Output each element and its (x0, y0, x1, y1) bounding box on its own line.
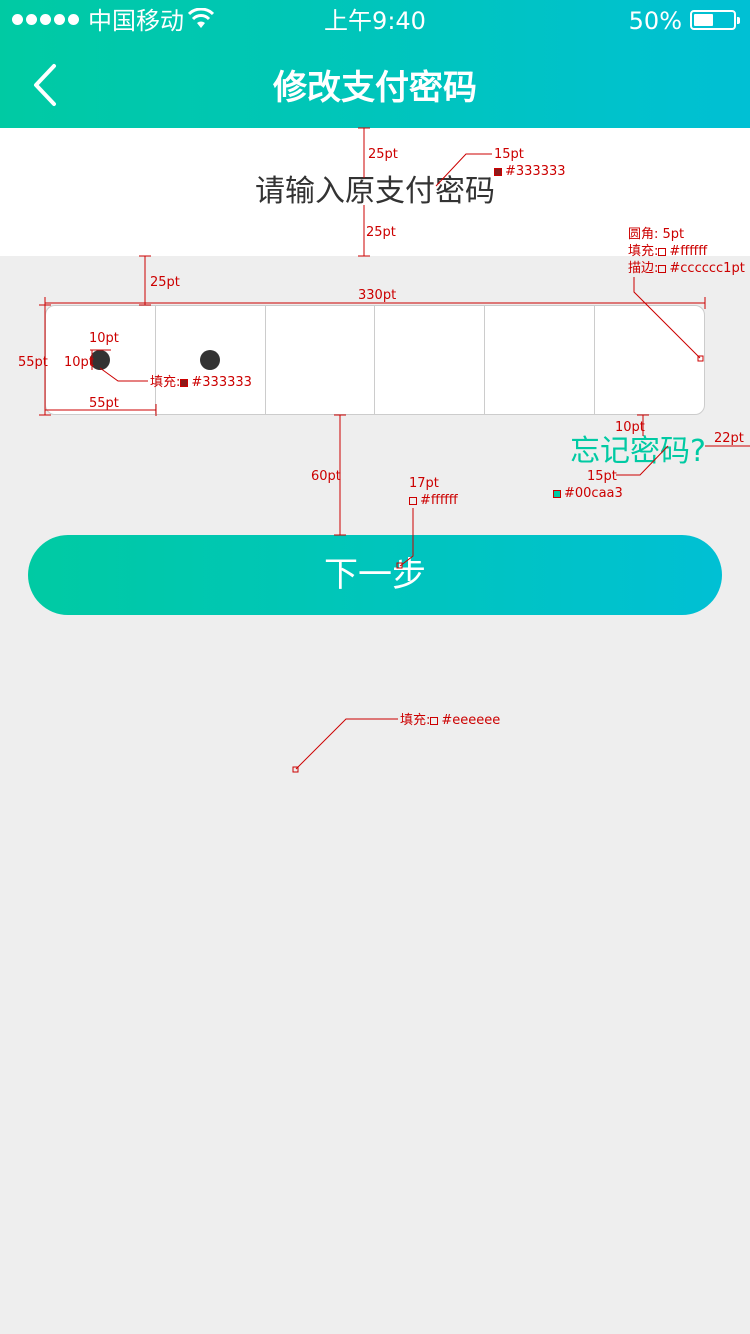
password-cell[interactable] (375, 306, 486, 414)
anno-forgot-top: 10pt (615, 420, 645, 435)
password-dot (200, 350, 221, 370)
anno-box-fill: 填充: #ffffff (628, 244, 708, 259)
anno-box-height: 55pt (18, 355, 48, 370)
password-input[interactable] (45, 305, 705, 415)
anno-dot-height: 10pt (64, 355, 94, 370)
prompt-text: 请输入原支付密码 (255, 174, 495, 209)
page-title: 修改支付密码 (273, 68, 477, 108)
anno-button-font: 17pt (409, 476, 439, 491)
header-bar: 中国移动 上午9:40 50% 修改支付密码 (0, 0, 750, 128)
anno-forgot-right: 22pt (714, 431, 744, 446)
anno-button-gap: 60pt (311, 469, 341, 484)
password-cell[interactable] (485, 306, 596, 414)
password-cell[interactable] (266, 306, 376, 414)
anno-box-stroke: 描边: #cccccc1pt (628, 261, 745, 276)
anno-radius: 圆角: 5pt (628, 227, 685, 242)
status-bar: 中国移动 上午9:40 50% (0, 0, 750, 40)
anno-prompt-font: 15pt (494, 147, 524, 162)
anno-forgot-color: #00caa3 (553, 486, 623, 502)
anno-forgot-font: 15pt (587, 469, 617, 484)
anno-box-gap: 25pt (150, 275, 180, 290)
battery-icon (690, 10, 740, 30)
forgot-password-link[interactable]: 忘记密码? (570, 432, 706, 472)
anno-bg-fill: 填充: #eeeeee (400, 713, 501, 728)
battery-percent: 50% (628, 7, 682, 35)
anno-box-width: 330pt (358, 288, 397, 303)
anno-cell-width: 55pt (89, 396, 119, 411)
anno-spacing-top: 25pt (368, 147, 398, 162)
next-button[interactable]: 下一步 (28, 535, 722, 615)
anno-dot-fill: 填充: #333333 (150, 375, 252, 390)
anno-spacing-bottom: 25pt (366, 225, 396, 240)
password-cell[interactable] (156, 306, 266, 414)
anno-button-color: #ffffff (409, 493, 458, 509)
password-cell[interactable] (595, 306, 704, 414)
anno-dot-width: 10pt (89, 331, 119, 346)
anno-prompt-color: #333333 (494, 164, 566, 180)
